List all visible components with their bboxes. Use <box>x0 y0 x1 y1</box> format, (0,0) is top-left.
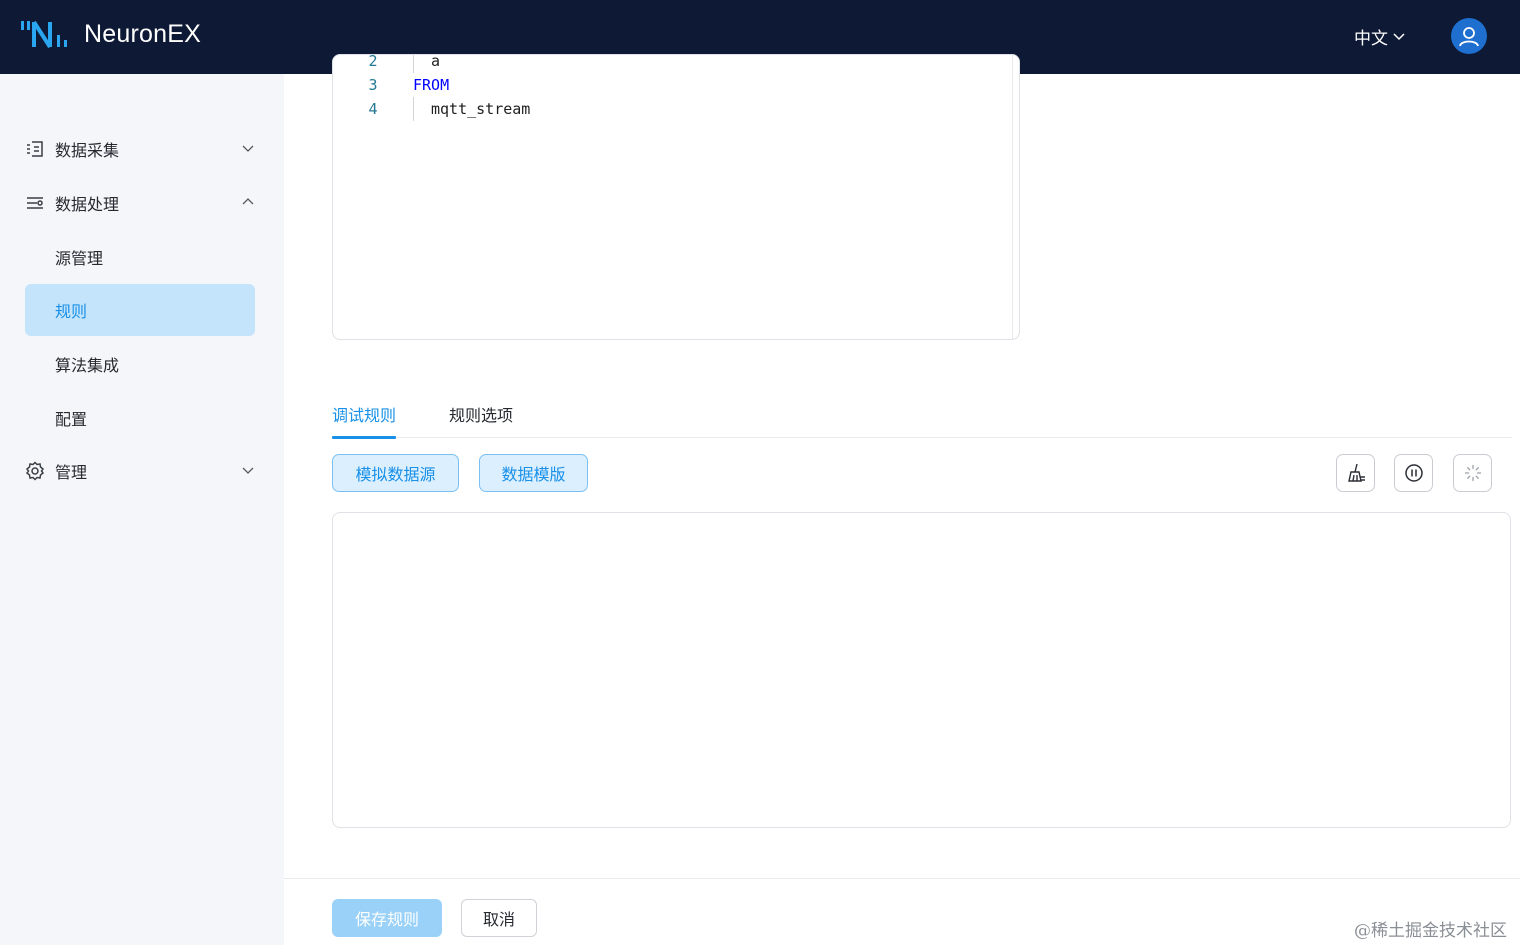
sidebar-group-label: 数据采集 <box>55 141 120 160</box>
neuronex-logo-icon <box>21 20 67 49</box>
pause-button[interactable] <box>1394 454 1433 492</box>
tab-rule-options[interactable]: 规则选项 <box>449 402 513 438</box>
sidebar-item-label: 配置 <box>55 410 88 429</box>
sidebar-item-label: 算法集成 <box>55 356 120 375</box>
sidebar-item-label: 源管理 <box>55 249 104 268</box>
tab-debug-rule[interactable]: 调试规则 <box>332 402 397 439</box>
user-avatar[interactable] <box>1451 18 1487 54</box>
code-text: a <box>431 54 441 70</box>
clear-icon <box>1347 463 1365 482</box>
cancel-button[interactable]: 取消 <box>461 899 537 937</box>
data-processing-icon <box>25 193 45 213</box>
sidebar-item-configuration[interactable]: 配置 <box>25 392 255 444</box>
editor-scrollbar-track[interactable] <box>1012 55 1013 339</box>
code-line: 2 a <box>333 54 1019 73</box>
language-switcher[interactable]: 中文 <box>1354 24 1406 49</box>
debug-output-panel[interactable] <box>332 512 1511 828</box>
loading-icon <box>1464 464 1481 482</box>
line-number: 2 <box>368 54 378 70</box>
data-collection-icon <box>25 139 45 159</box>
line-number: 3 <box>368 76 378 94</box>
sidebar-group-label: 管理 <box>55 463 88 482</box>
brand-name: NeuronEX <box>84 19 201 48</box>
chevron-down-icon <box>1393 33 1405 41</box>
chevron-down-icon <box>242 145 254 152</box>
code-line: 3 FROM <box>333 73 1019 97</box>
sidebar-group-label: 数据处理 <box>55 195 120 214</box>
indent-guide <box>413 55 414 73</box>
sidebar-group-data-processing[interactable]: 数据处理 <box>25 177 255 229</box>
sidebar-item-label: 规则 <box>55 302 88 321</box>
footer-divider <box>284 878 1520 879</box>
code-line: 4 mqtt_stream <box>333 97 1019 121</box>
language-label: 中文 <box>1354 28 1388 49</box>
user-icon <box>1459 27 1479 47</box>
data-template-button[interactable]: 数据模版 <box>479 454 588 492</box>
save-rule-button[interactable]: 保存规则 <box>332 899 442 937</box>
sidebar-item-algorithm-integration[interactable]: 算法集成 <box>25 338 255 390</box>
code-text: mqtt_stream <box>431 100 531 118</box>
gear-icon <box>25 461 45 481</box>
loading-button[interactable] <box>1453 454 1492 492</box>
sidebar-item-rules[interactable]: 规则 <box>25 284 255 336</box>
main-content: 2 a 3 FROM 4 mqtt_stream 调试规则 规则选项 模拟数据源… <box>284 54 1520 945</box>
code-keyword: FROM <box>413 76 450 94</box>
mock-source-button[interactable]: 模拟数据源 <box>332 454 459 492</box>
indent-guide <box>413 97 414 121</box>
line-number: 4 <box>368 100 378 118</box>
sidebar-item-source-management[interactable]: 源管理 <box>25 231 255 283</box>
clear-output-button[interactable] <box>1336 454 1375 492</box>
watermark: @稀土掘金技术社区 <box>1354 921 1507 941</box>
brand-logo[interactable]: NeuronEX <box>20 16 201 52</box>
sidebar-group-management[interactable]: 管理 <box>25 445 255 497</box>
rule-tabs: 调试规则 规则选项 <box>332 396 1512 439</box>
sidebar: 数据采集 数据处理 源管理 规则 算法集成 配置 管理 <box>0 74 284 945</box>
tab-label: 调试规则 <box>332 406 397 425</box>
sql-editor[interactable]: 2 a 3 FROM 4 mqtt_stream <box>332 54 1020 340</box>
chevron-down-icon <box>242 467 254 474</box>
chevron-up-icon <box>242 198 254 205</box>
pause-icon <box>1404 464 1423 482</box>
sidebar-group-data-collection[interactable]: 数据采集 <box>25 123 255 175</box>
tab-label: 规则选项 <box>449 406 514 425</box>
